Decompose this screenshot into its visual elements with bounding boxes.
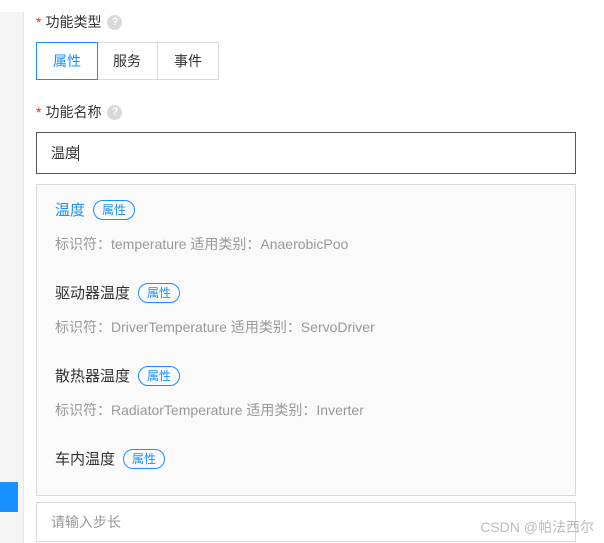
function-type-text: 功能类型 — [45, 12, 101, 32]
tab-event[interactable]: 事件 — [158, 43, 218, 79]
attribute-badge: 属性 — [93, 200, 135, 220]
identifier-label: 标识符： — [55, 319, 111, 335]
function-name-text: 功能名称 — [45, 102, 101, 122]
tab-service[interactable]: 服务 — [97, 43, 158, 79]
tab-attribute[interactable]: 属性 — [36, 42, 98, 80]
category-label: 适用类别： — [243, 402, 317, 418]
required-mark: * — [36, 14, 41, 30]
form-container: * 功能类型 ? 属性 服务 事件 * 功能名称 ? 温度 温度 属性 标识符：… — [0, 12, 604, 542]
function-name-label: * 功能名称 ? — [36, 102, 604, 122]
dropdown-scroll[interactable]: 温度 属性 标识符：temperature 适用类别：AnaerobicPoo … — [37, 185, 575, 495]
dropdown-option[interactable]: 温度 属性 标识符：temperature 适用类别：AnaerobicPoo — [37, 185, 575, 268]
dropdown-option[interactable]: 驱动器温度 属性 标识符：DriverTemperature 适用类别：Serv… — [37, 268, 575, 351]
identifier-label: 标识符： — [55, 402, 111, 418]
attribute-badge: 属性 — [138, 283, 180, 303]
option-name: 车内温度 — [55, 448, 115, 469]
function-name-input[interactable]: 温度 — [36, 132, 576, 174]
category-label: 适用类别： — [227, 319, 301, 335]
function-type-tabs: 属性 服务 事件 — [36, 42, 219, 80]
identifier-value: RadiatorTemperature — [111, 402, 243, 418]
option-detail: 标识符：RadiatorTemperature 适用类别：Inverter — [55, 400, 557, 420]
step-placeholder: 请输入步长 — [51, 512, 121, 532]
identifier-value: DriverTemperature — [111, 319, 227, 335]
option-name: 驱动器温度 — [55, 282, 130, 303]
option-name: 散热器温度 — [55, 365, 130, 386]
identifier-value: temperature — [111, 236, 186, 252]
help-icon[interactable]: ? — [107, 15, 122, 30]
autocomplete-dropdown: 温度 属性 标识符：temperature 适用类别：AnaerobicPoo … — [36, 184, 576, 496]
help-icon[interactable]: ? — [107, 105, 122, 120]
category-value: ServoDriver — [301, 319, 375, 335]
watermark: CSDN @帕法西尔 — [480, 517, 594, 537]
attribute-badge: 属性 — [123, 449, 165, 469]
option-name: 温度 — [55, 199, 85, 220]
function-type-label: * 功能类型 ? — [36, 12, 604, 32]
category-label: 适用类别： — [186, 236, 260, 252]
left-panel-button[interactable] — [0, 482, 18, 512]
left-panel-edge — [0, 12, 24, 543]
required-mark: * — [36, 104, 41, 120]
option-title-row: 车内温度 属性 — [55, 448, 557, 469]
dropdown-option[interactable]: 散热器温度 属性 标识符：RadiatorTemperature 适用类别：In… — [37, 351, 575, 434]
identifier-label: 标识符： — [55, 236, 111, 252]
attribute-badge: 属性 — [138, 366, 180, 386]
text-caret — [78, 145, 79, 161]
category-value: Inverter — [316, 402, 363, 418]
option-detail: 标识符：temperature 适用类别：AnaerobicPoo — [55, 234, 557, 254]
category-value: AnaerobicPoo — [260, 236, 348, 252]
dropdown-option[interactable]: 车内温度 属性 — [37, 434, 575, 475]
option-title-row: 驱动器温度 属性 — [55, 282, 557, 303]
function-name-value: 温度 — [51, 143, 79, 163]
option-detail: 标识符：DriverTemperature 适用类别：ServoDriver — [55, 317, 557, 337]
option-title-row: 散热器温度 属性 — [55, 365, 557, 386]
option-title-row: 温度 属性 — [55, 199, 557, 220]
